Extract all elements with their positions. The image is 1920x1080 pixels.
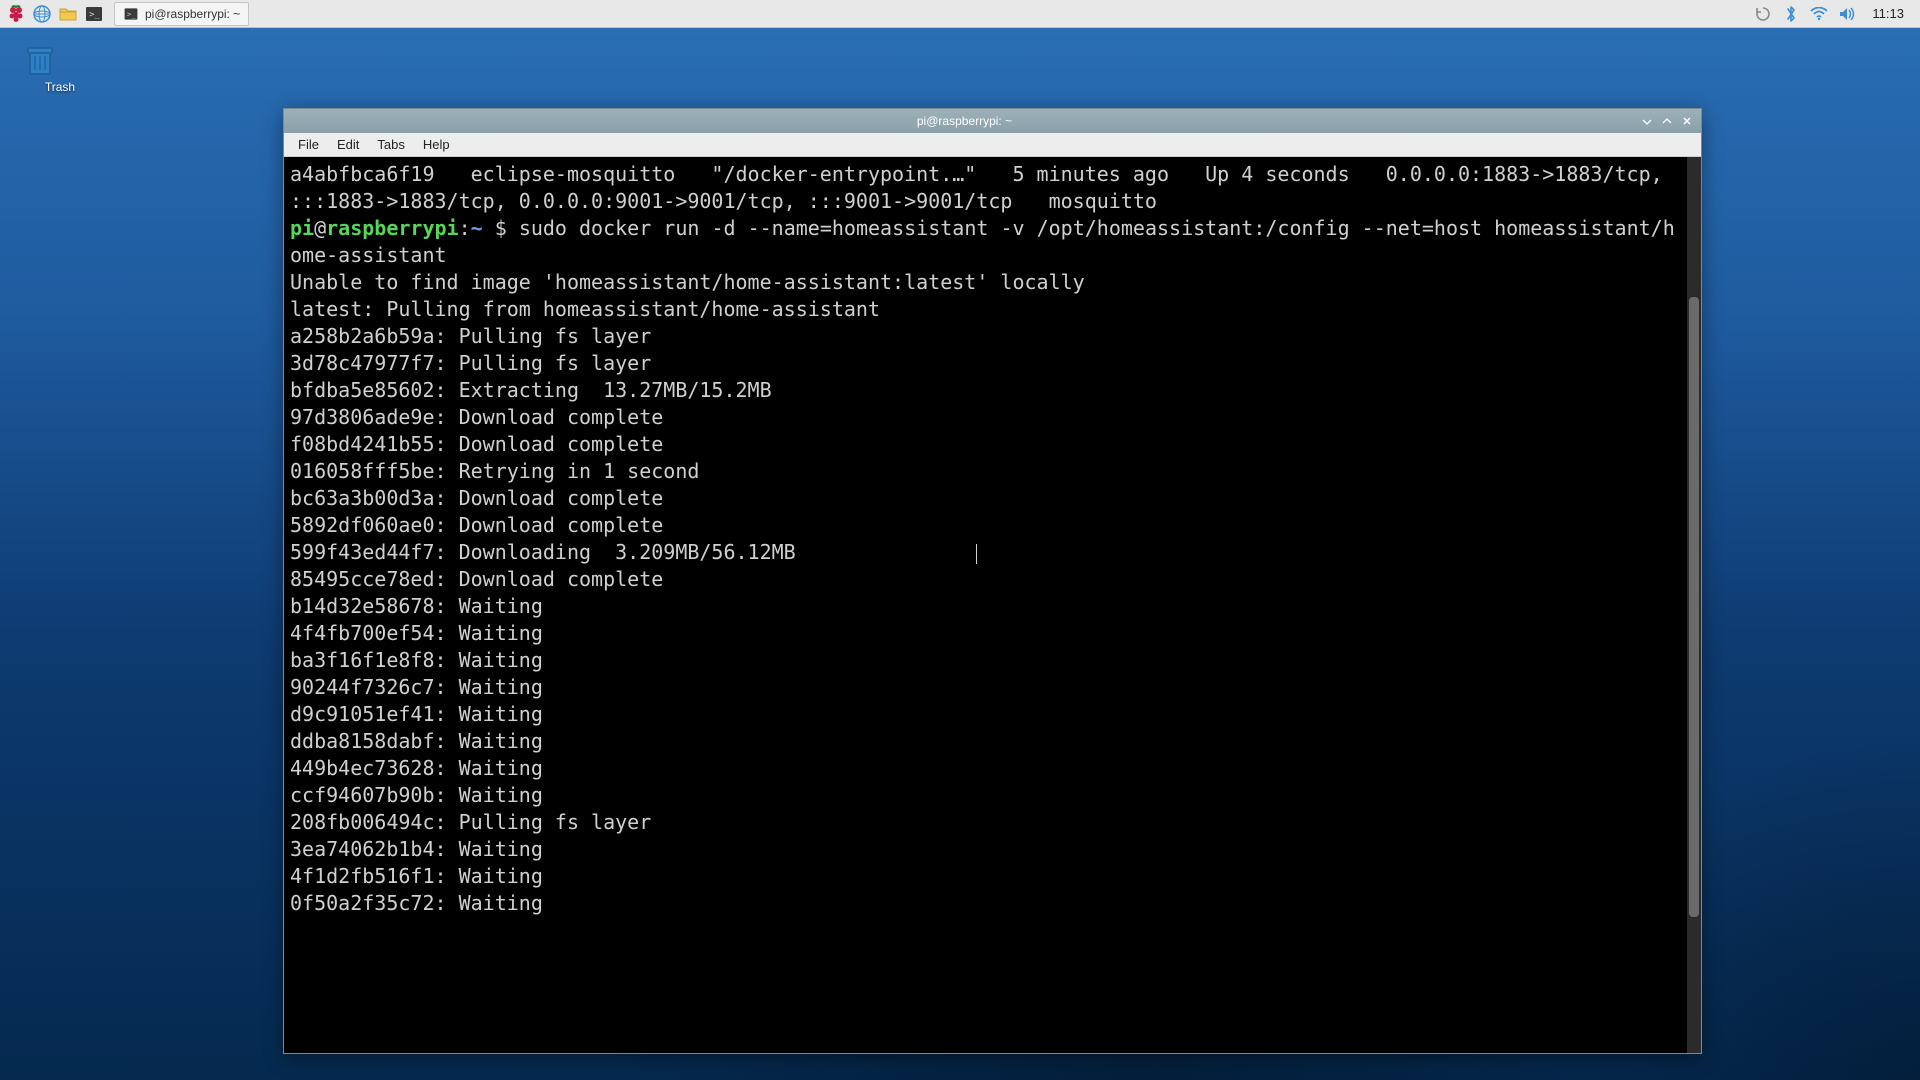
taskbar: >_ >_ pi@raspberrypi: ~ 11:13 (0, 0, 1920, 28)
terminal-line: 208fb006494c: Pulling fs layer (290, 809, 1681, 836)
terminal-scrollbar-thumb[interactable] (1689, 297, 1699, 917)
terminal-line: ba3f16f1e8f8: Waiting (290, 647, 1681, 674)
terminal-line: latest: Pulling from homeassistant/home-… (290, 296, 1681, 323)
window-close-button[interactable] (1679, 113, 1695, 129)
window-buttons (1639, 113, 1695, 129)
prompt-path: ~ (471, 216, 483, 240)
terminal-line: a258b2a6b59a: Pulling fs layer (290, 323, 1681, 350)
browser-icon[interactable] (30, 2, 54, 26)
menu-file[interactable]: File (290, 135, 327, 154)
terminal-line: 4f1d2fb516f1: Waiting (290, 863, 1681, 890)
terminal-line: Unable to find image 'homeassistant/home… (290, 269, 1681, 296)
terminal-line: 90244f7326c7: Waiting (290, 674, 1681, 701)
menu-edit[interactable]: Edit (329, 135, 367, 154)
terminal-line: 5892df060ae0: Download complete (290, 512, 1681, 539)
svg-text:>_: >_ (127, 9, 136, 18)
taskbar-task-terminal[interactable]: >_ pi@raspberrypi: ~ (114, 2, 249, 26)
file-manager-icon[interactable] (56, 2, 80, 26)
terminal-line: 85495cce78ed: Download complete (290, 566, 1681, 593)
svg-text:>_: >_ (89, 10, 100, 20)
menu-help[interactable]: Help (415, 135, 458, 154)
terminal-scrollbar[interactable] (1687, 157, 1701, 1053)
prompt-at: @ (314, 216, 326, 240)
terminal-line: bfdba5e85602: Extracting 13.27MB/15.2MB (290, 377, 1681, 404)
terminal-window: pi@raspberrypi: ~ File Edit Tabs Help a4… (283, 108, 1702, 1054)
terminal-body-wrap: a4abfbca6f19 eclipse-mosquitto "/docker-… (284, 157, 1701, 1053)
terminal-task-icon: >_ (123, 6, 139, 22)
wifi-icon[interactable] (1810, 5, 1828, 23)
terminal-launcher-icon[interactable]: >_ (82, 2, 106, 26)
terminal-line: 97d3806ade9e: Download complete (290, 404, 1681, 431)
terminal-line: 599f43ed44f7: Downloading 3.209MB/56.12M… (290, 539, 1681, 566)
terminal-line: a4abfbca6f19 eclipse-mosquitto "/docker-… (290, 161, 1681, 215)
text-cursor-icon (976, 544, 977, 564)
system-tray: 11:13 (1744, 5, 1920, 23)
taskbar-task-label: pi@raspberrypi: ~ (145, 7, 240, 21)
terminal-line: 449b4ec73628: Waiting (290, 755, 1681, 782)
updates-icon[interactable] (1754, 5, 1772, 23)
terminal-line: 0f50a2f35c72: Waiting (290, 890, 1681, 917)
terminal-line: f08bd4241b55: Download complete (290, 431, 1681, 458)
window-maximize-button[interactable] (1659, 113, 1675, 129)
window-menubar: File Edit Tabs Help (284, 133, 1701, 157)
prompt-user: pi (290, 216, 314, 240)
terminal-line: 3d78c47977f7: Pulling fs layer (290, 350, 1681, 377)
terminal-line: 016058fff5be: Retrying in 1 second (290, 458, 1681, 485)
terminal-body[interactable]: a4abfbca6f19 eclipse-mosquitto "/docker-… (284, 157, 1687, 1053)
window-title: pi@raspberrypi: ~ (290, 114, 1639, 128)
desktop-icon-trash[interactable]: Trash (20, 40, 100, 94)
menu-tabs[interactable]: Tabs (369, 135, 412, 154)
bluetooth-icon[interactable] (1782, 5, 1800, 23)
terminal-line: 4f4fb700ef54: Waiting (290, 620, 1681, 647)
terminal-line: ccf94607b90b: Waiting (290, 782, 1681, 809)
volume-icon[interactable] (1838, 5, 1856, 23)
trash-icon (20, 40, 100, 80)
prompt-host: raspberrypi (326, 216, 458, 240)
terminal-line: ddba8158dabf: Waiting (290, 728, 1681, 755)
menu-raspberry-icon[interactable] (4, 2, 28, 26)
terminal-line: b14d32e58678: Waiting (290, 593, 1681, 620)
terminal-line: 3ea74062b1b4: Waiting (290, 836, 1681, 863)
taskbar-launchers: >_ (0, 2, 110, 26)
prompt-dollar: $ (483, 216, 519, 240)
prompt-colon: : (459, 216, 471, 240)
window-minimize-button[interactable] (1639, 113, 1655, 129)
window-titlebar[interactable]: pi@raspberrypi: ~ (284, 109, 1701, 133)
terminal-line: bc63a3b00d3a: Download complete (290, 485, 1681, 512)
terminal-prompt-line: pi@raspberrypi:~ $ sudo docker run -d --… (290, 215, 1681, 269)
terminal-line: d9c91051ef41: Waiting (290, 701, 1681, 728)
desktop-icon-label: Trash (20, 80, 100, 94)
taskbar-clock[interactable]: 11:13 (1866, 6, 1910, 21)
